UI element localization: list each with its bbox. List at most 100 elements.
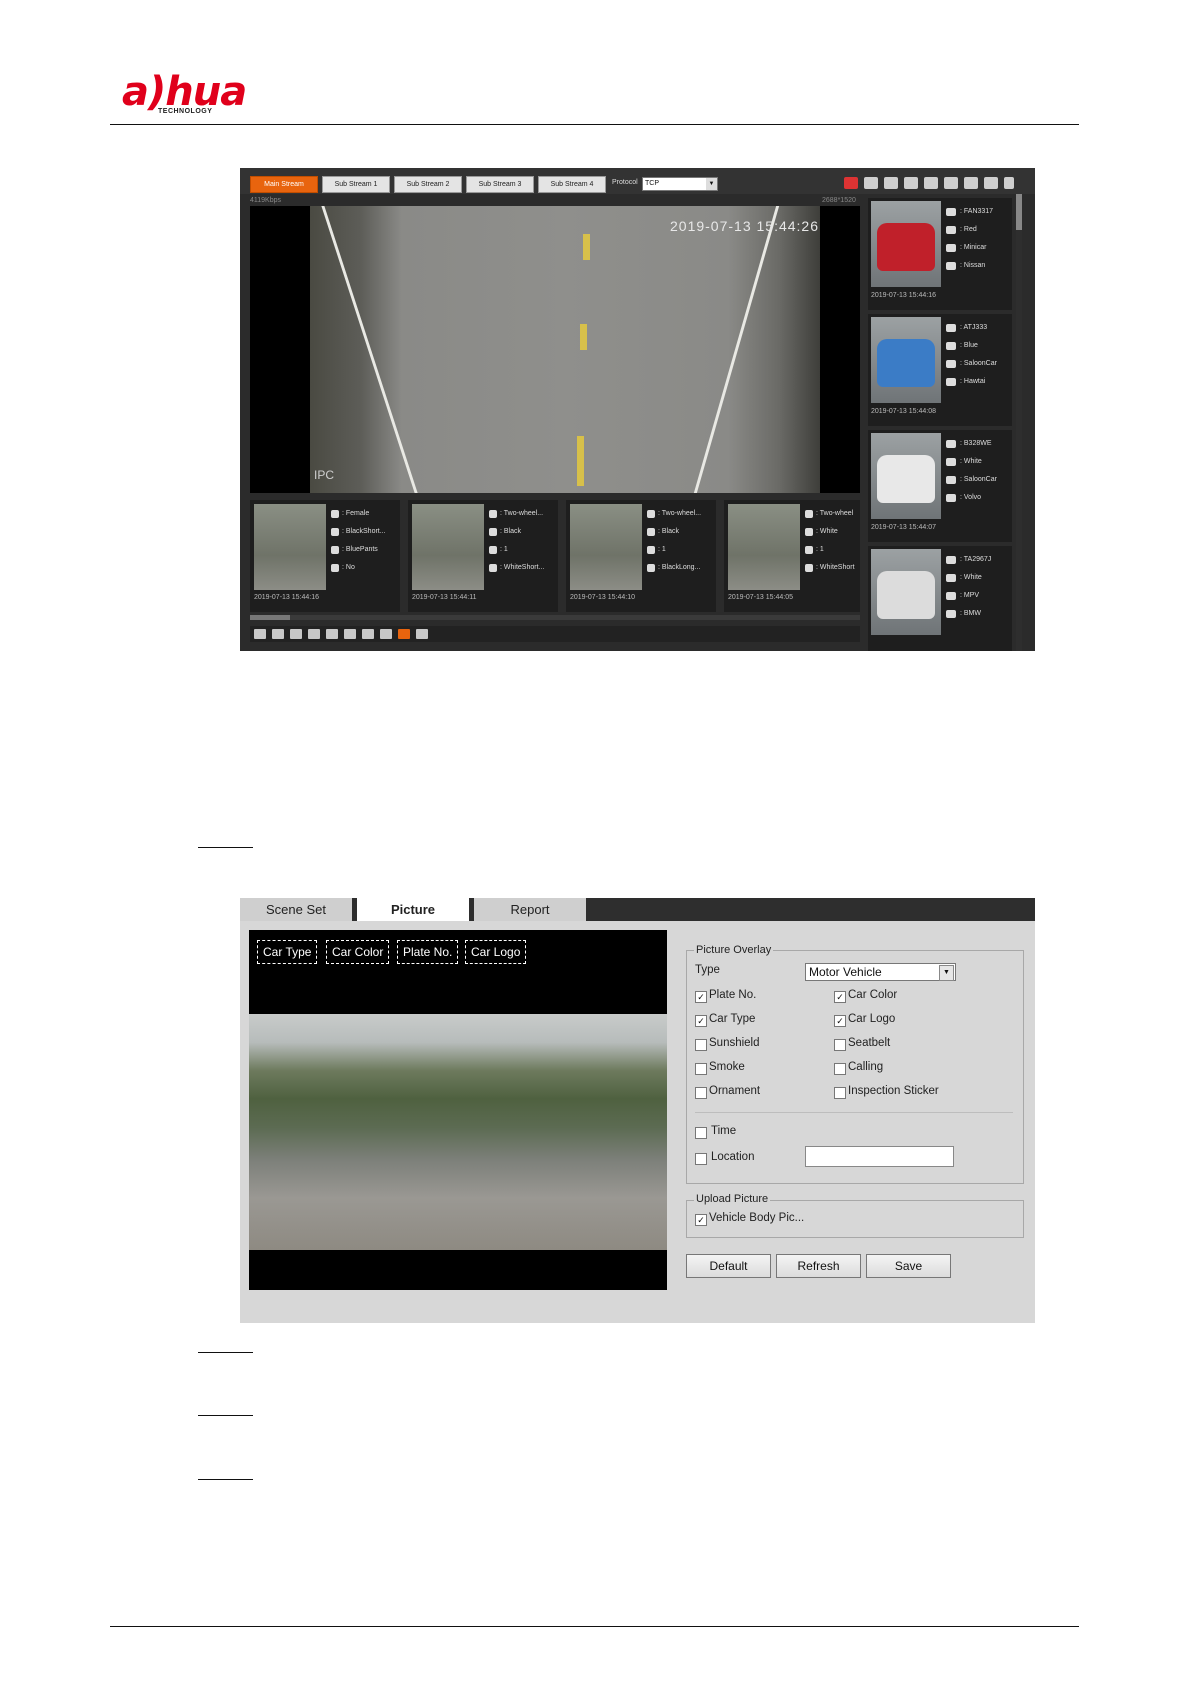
person-icon[interactable]: [864, 177, 878, 189]
smoke-checkbox[interactable]: [695, 1063, 707, 1075]
tab-picture[interactable]: Picture: [357, 898, 469, 921]
zoom-icon[interactable]: [884, 177, 898, 189]
vehicle-card[interactable]: : TA2967J : White : MPV : BMW: [868, 546, 1012, 651]
picture-icon[interactable]: [924, 177, 938, 189]
snapshot-icon[interactable]: [904, 177, 918, 189]
vehicle-body: [877, 455, 935, 503]
scrollbar-thumb[interactable]: [1016, 194, 1022, 230]
refresh-button[interactable]: Refresh: [776, 1254, 861, 1278]
sub-stream-3-tab[interactable]: Sub Stream 3: [466, 176, 534, 193]
car-logo-icon: [946, 494, 956, 502]
inspection-sticker-checkbox[interactable]: [834, 1087, 846, 1099]
plate-no-label: Plate No.: [709, 989, 757, 1001]
bitrate-readout: 4119Kbps: [250, 197, 282, 204]
sunshield-label: Sunshield: [709, 1037, 760, 1049]
vertical-scrollbar[interactable]: [1016, 194, 1022, 651]
overlay-car-logo[interactable]: Car Logo: [465, 940, 527, 964]
car-logo-checkbox[interactable]: ✓: [834, 1015, 846, 1027]
company-logo-subtext: TECHNOLOGY: [158, 108, 213, 115]
sub-stream-4-tab[interactable]: Sub Stream 4: [538, 176, 606, 193]
vehicle-card[interactable]: : B328WE : White : SaloonCar : Volvo 201…: [868, 430, 1012, 542]
car-type-icon: [946, 592, 956, 600]
bicycle-icon: [805, 510, 813, 518]
target-icon[interactable]: [380, 629, 392, 639]
type-select[interactable]: Motor Vehicle ▼: [805, 963, 956, 981]
person-attr: : Black: [658, 528, 680, 535]
plate-no-checkbox[interactable]: ✓: [695, 991, 707, 1003]
speaker-icon[interactable]: [984, 177, 998, 189]
vehicle-attr: : BMW: [960, 610, 981, 617]
sub-stream-2-tab[interactable]: Sub Stream 2: [394, 176, 462, 193]
sub-stream-1-tab[interactable]: Sub Stream 1: [322, 176, 390, 193]
face-icon[interactable]: [362, 629, 374, 639]
bag-icon: [331, 564, 339, 572]
vehicle-card[interactable]: : FAN3317 : Red : Minicar : Nissan 2019-…: [868, 198, 1012, 310]
overlay-plate-no[interactable]: Plate No.: [397, 940, 459, 964]
car-type-icon: [946, 360, 956, 368]
capture-time: 2019-07-13 15:44:16: [871, 292, 936, 299]
time-checkbox[interactable]: [695, 1127, 707, 1139]
location-checkbox[interactable]: [695, 1153, 707, 1165]
overlay-car-type[interactable]: Car Type: [257, 940, 318, 964]
car-logo-icon: [946, 610, 956, 618]
person-thumbnail: [254, 504, 326, 590]
video-toolbar: [250, 626, 860, 642]
record-icon[interactable]: [944, 177, 958, 189]
capture-time: 2019-07-13 15:44:10: [570, 594, 635, 601]
original-size-icon[interactable]: [272, 629, 284, 639]
vehicle-attr: : Minicar: [960, 244, 987, 251]
seatbelt-checkbox[interactable]: [834, 1039, 846, 1051]
scene-image: [249, 1014, 667, 1250]
ornament-checkbox[interactable]: [695, 1087, 707, 1099]
rules-icon[interactable]: [344, 629, 356, 639]
default-button[interactable]: Default: [686, 1254, 771, 1278]
chevron-down-icon: ▼: [939, 965, 954, 981]
vehicle-body-pic-checkbox[interactable]: ✓: [695, 1214, 707, 1226]
time-label: Time: [711, 1125, 737, 1137]
sunshield-checkbox[interactable]: [695, 1039, 707, 1051]
vehicle-attr: : B328WE: [960, 440, 992, 447]
alarm-icon[interactable]: [844, 177, 858, 189]
center-dash: [577, 436, 584, 486]
overlay-car-color[interactable]: Car Color: [326, 940, 390, 964]
person-card[interactable]: : Two-wheel : White : 1 : WhiteShort 201…: [724, 500, 860, 612]
save-button[interactable]: Save: [866, 1254, 951, 1278]
vehicle-card[interactable]: : ATJ333 : Blue : SaloonCar : Hawtai 201…: [868, 314, 1012, 426]
car-color-checkbox[interactable]: ✓: [834, 991, 846, 1003]
color-icon: [489, 528, 497, 536]
shirt-icon: [489, 564, 497, 572]
fluency-icon[interactable]: [326, 629, 338, 639]
vehicle-attr: : FAN3317: [960, 208, 994, 215]
ratio-icon[interactable]: [308, 629, 320, 639]
car-logo-icon: [946, 262, 956, 270]
person-card[interactable]: : Two-wheel... : Black : 1 : BlackLong..…: [566, 500, 716, 612]
smoke-label: Smoke: [709, 1061, 745, 1073]
box-icon[interactable]: [416, 629, 428, 639]
person-attr: : Female: [342, 510, 370, 517]
main-stream-tab[interactable]: Main Stream: [250, 176, 318, 193]
footer-rule: [110, 1626, 1079, 1627]
picture-preview[interactable]: Car Type Car Color Plate No. Car Logo: [249, 930, 667, 1290]
scrollbar-thumb[interactable]: [250, 615, 290, 620]
microphone-icon[interactable]: [1004, 177, 1014, 189]
vehicle-icon[interactable]: [398, 629, 410, 639]
vehicle-thumbnail: [871, 433, 941, 519]
pants-icon: [331, 546, 339, 554]
live-video[interactable]: 2019-07-13 15:44:26 IPC: [250, 206, 860, 493]
resolution-readout: 2688*1520: [822, 197, 856, 204]
tab-report[interactable]: Report: [474, 898, 586, 921]
person-card[interactable]: : Female : BlackShort... : BluePants : N…: [250, 500, 400, 612]
display-icon[interactable]: [254, 629, 266, 639]
location-input[interactable]: [805, 1146, 954, 1167]
calling-checkbox[interactable]: [834, 1063, 846, 1075]
horizontal-scrollbar[interactable]: [250, 615, 860, 620]
step-marker: [198, 847, 253, 848]
fullscreen-icon[interactable]: [290, 629, 302, 639]
type-value: Motor Vehicle: [809, 965, 882, 979]
protocol-select[interactable]: TCP ▼: [642, 177, 718, 191]
person-card[interactable]: : Two-wheel... : Black : 1 : WhiteShort.…: [408, 500, 558, 612]
fullscreen-icon[interactable]: [964, 177, 978, 189]
tab-scene-set[interactable]: Scene Set: [240, 898, 352, 921]
car-type-checkbox[interactable]: ✓: [695, 1015, 707, 1027]
person-attr: : 1: [500, 546, 508, 553]
